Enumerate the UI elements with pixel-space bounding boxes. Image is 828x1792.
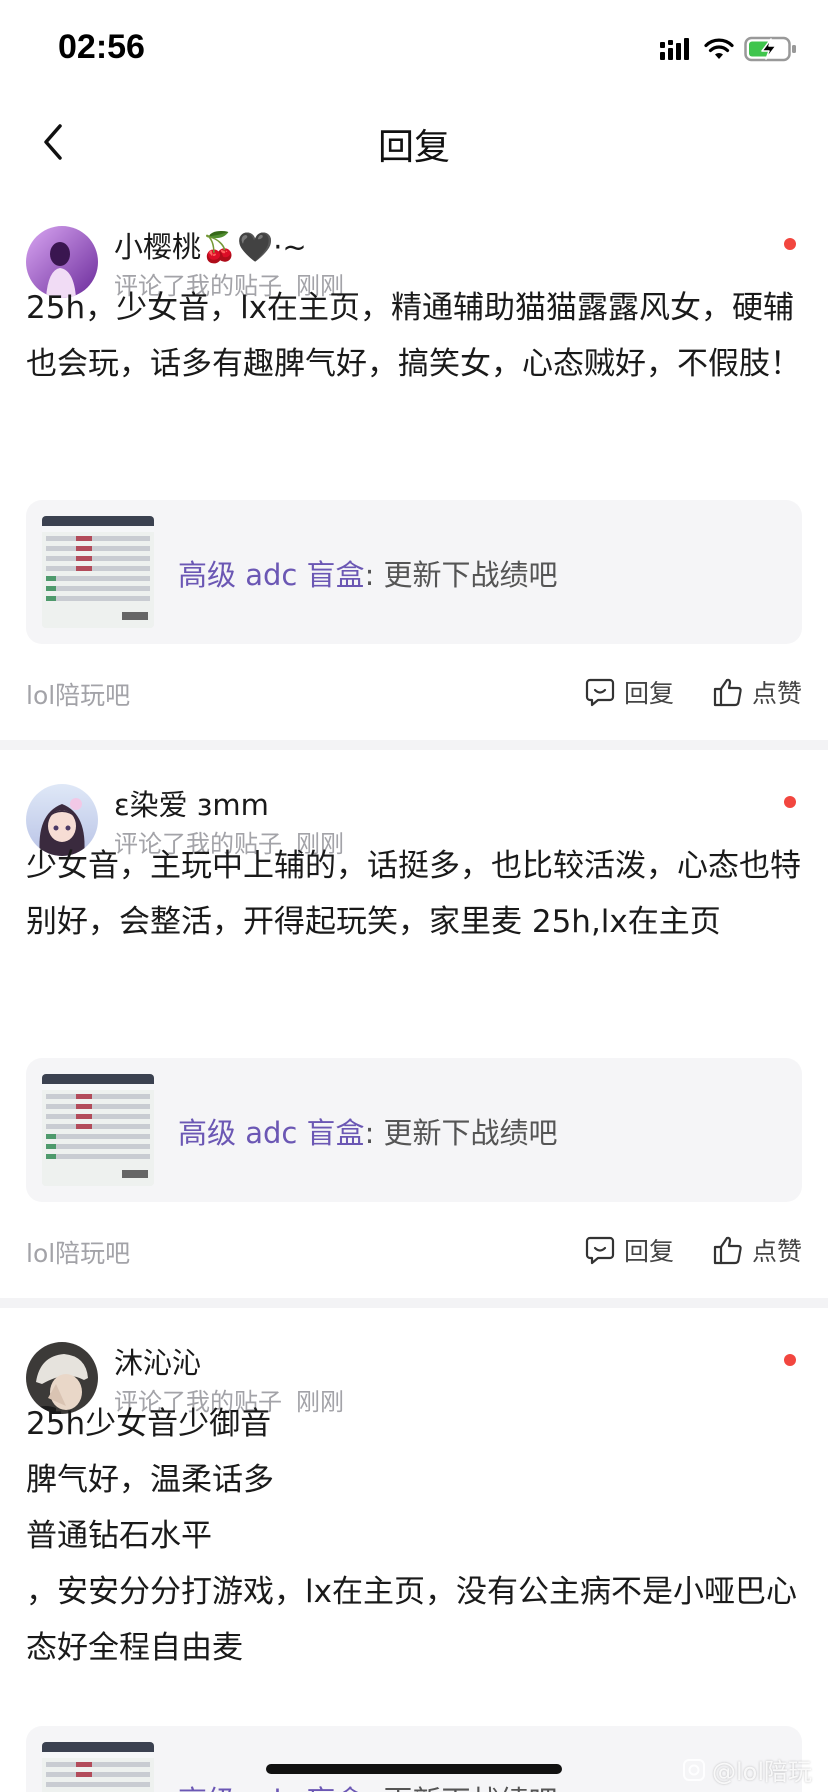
wifi-icon [704,38,734,59]
status-bar: 02:56 [0,0,828,100]
quoted-post[interactable]: 高级 adc 盲盒: 更新下战绩吧 [26,1058,802,1202]
watermark: @lol陪玩 [682,1752,812,1787]
post-thumbnail [42,1074,154,1186]
quoted-post-author-link[interactable]: 高级 adc 盲盒 [178,1784,365,1792]
reply-content[interactable]: 25h少女音少御音 脾气好，温柔话多 普通钻石水平 ，安安分分打游戏，lx在主页… [26,1396,802,1676]
user-name[interactable]: ε染爱 ɜmm [114,782,269,824]
action-row: lol陪玩吧 回复 点赞 [26,672,802,712]
comment-icon [585,678,615,707]
unread-dot [784,796,796,808]
comment-icon [585,1236,615,1265]
unread-dot [784,238,796,250]
quoted-post-text: : 更新下战绩吧 [364,558,558,592]
page-title: 回复 [377,127,450,168]
forum-name[interactable]: lol陪玩吧 [26,676,130,712]
reply-button[interactable]: 回复 [584,1230,674,1270]
quoted-post-title[interactable]: 高级 adc 盲盒: 更新下战绩吧 [178,552,558,594]
status-time: 02:56 [58,28,145,66]
reply-label: 回复 [623,1237,674,1266]
reply-card[interactable]: 沐沁沁 评论了我的贴子 刚刚 25h少女音少御音 脾气好，温柔话多 普通钻石水平 … [0,1308,828,1792]
unread-dot [784,1354,796,1366]
nav-bar: 回复 [0,100,828,184]
post-thumbnail [42,516,154,628]
reply-feed: 小樱桃🍒🖤·~ 评论了我的贴子 刚刚 25h，少女音，lx在主页，精通辅助猫猫露露… [0,200,828,1792]
like-button[interactable]: 点赞 [712,1230,802,1270]
quoted-post-title[interactable]: 高级 adc 盲盒: 更新下战绩吧 [178,1110,558,1152]
like-label: 点赞 [751,1237,802,1266]
watermark-text: @lol陪玩 [711,1758,812,1786]
home-indicator[interactable] [266,1764,562,1774]
thumbs-up-icon [713,678,742,707]
thumbs-up-icon [713,1236,742,1265]
user-name[interactable]: 沐沁沁 [114,1340,201,1382]
like-label: 点赞 [751,679,802,708]
camera-square-icon [682,1758,705,1781]
card-divider [0,740,828,750]
reply-card[interactable]: 小樱桃🍒🖤·~ 评论了我的贴子 刚刚 25h，少女音，lx在主页，精通辅助猫猫露露… [0,200,828,740]
reply-content[interactable]: 少女音，主玩中上辅的，话挺多，也比较活泼，心态也特别好，会整活，开得起玩笑，家里… [26,838,802,950]
reply-label: 回复 [623,679,674,708]
action-row: lol陪玩吧 回复 点赞 [26,1230,802,1270]
post-thumbnail [42,1742,154,1792]
user-name[interactable]: 小樱桃🍒🖤·~ [114,224,307,266]
card-divider [0,1298,828,1308]
reply-button[interactable]: 回复 [584,672,674,712]
battery-charging-icon [744,36,796,62]
reply-card[interactable]: ε染爱 ɜmm 评论了我的贴子 刚刚 少女音，主玩中上辅的，话挺多，也比较活泼，心… [0,750,828,1298]
quoted-post-text: : 更新下战绩吧 [365,1784,558,1792]
quoted-post[interactable]: 高级 adc 盲盒: 更新下战绩吧 [26,500,802,644]
status-icons [660,34,798,64]
reply-content[interactable]: 25h，少女音，lx在主页，精通辅助猫猫露露风女，硬辅也会玩，话多有趣脾气好，搞… [26,280,802,392]
cellular-signal-icon [660,38,689,60]
quoted-post-text: : 更新下战绩吧 [364,1116,558,1150]
like-button[interactable]: 点赞 [712,672,802,712]
quoted-post-author-link[interactable]: 高级 adc 盲盒 [178,558,365,592]
quoted-post-author-link[interactable]: 高级 adc 盲盒 [178,1116,365,1150]
quoted-post-title[interactable]: 高级 adc 盲盒: 更新下战绩吧 [178,1778,558,1792]
forum-name[interactable]: lol陪玩吧 [26,1234,130,1270]
